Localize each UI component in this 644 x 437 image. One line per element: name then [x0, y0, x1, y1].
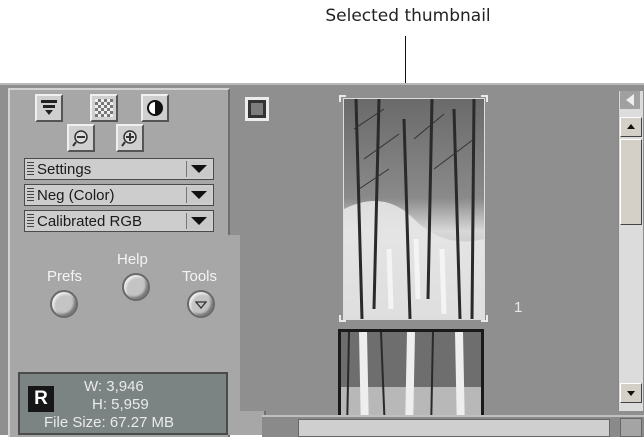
unload-film-icon[interactable] — [35, 94, 63, 122]
chevron-down-icon — [195, 301, 207, 309]
selected-thumbnail-callout: Selected thumbnail — [325, 6, 491, 26]
selection-corner — [481, 315, 488, 322]
frame-number: 1 — [514, 299, 523, 316]
help-button[interactable] — [122, 273, 150, 301]
prefs-button[interactable] — [50, 290, 78, 318]
expand-icon[interactable] — [620, 418, 642, 437]
scroll-down-button[interactable] — [620, 383, 642, 403]
collapse-arrow-icon[interactable] — [620, 91, 640, 109]
color-space-dropdown[interactable]: Calibrated RGB — [24, 210, 214, 232]
color-space-dropdown-label: Calibrated RGB — [37, 213, 143, 230]
select-frame-checkbox[interactable] — [245, 97, 269, 121]
prefs-button-label: Prefs — [47, 268, 83, 285]
channel-badge: R — [28, 386, 54, 412]
image-width: W: 3,946 — [84, 378, 144, 395]
scrollbar-thumb[interactable] — [620, 139, 642, 225]
chevron-down-icon[interactable] — [186, 187, 211, 203]
vertical-scrollbar[interactable] — [618, 91, 643, 411]
scroll-up-button[interactable] — [620, 117, 642, 137]
image-height: H: 5,959 — [92, 396, 149, 413]
image-info-box: R W: 3,946 H: 5,959 File Size: 67.27 MB — [18, 372, 228, 435]
winter-forest-image — [344, 99, 484, 319]
help-button-label: Help — [117, 251, 148, 268]
color-balance-icon[interactable] — [141, 94, 169, 122]
settings-dropdown[interactable]: Settings — [24, 158, 214, 180]
settings-dropdown-label: Settings — [37, 161, 92, 178]
tools-button-label: Tools — [182, 268, 218, 285]
scanner-window: Settings Neg (Color) Calibrated RGB Help… — [0, 83, 644, 437]
selection-corner — [339, 95, 346, 102]
zoom-in-icon[interactable] — [116, 124, 144, 152]
file-size: File Size: 67.27 MB — [44, 414, 175, 431]
grain-filter-icon[interactable] — [90, 94, 118, 122]
film-type-dropdown[interactable]: Neg (Color) — [24, 184, 214, 206]
tools-button[interactable] — [187, 290, 215, 318]
zoom-out-icon[interactable] — [67, 124, 95, 152]
grip-handle-icon — [27, 214, 34, 228]
bottom-bar — [262, 415, 644, 437]
film-type-dropdown-label: Neg (Color) — [37, 187, 115, 204]
grip-handle-icon — [27, 188, 34, 202]
bottom-field — [298, 419, 610, 437]
chevron-down-icon[interactable] — [186, 213, 211, 229]
chevron-down-icon[interactable] — [186, 161, 211, 177]
grip-handle-icon — [27, 162, 34, 176]
selection-corner — [339, 315, 346, 322]
selected-thumbnail[interactable] — [343, 98, 485, 320]
selection-corner — [481, 95, 488, 102]
